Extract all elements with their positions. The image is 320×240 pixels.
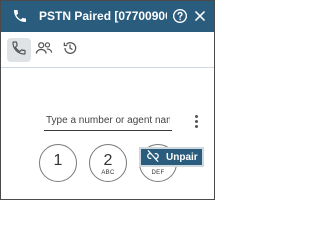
key-digit: 1 — [53, 152, 63, 169]
key-letters: ABC — [101, 170, 115, 176]
phone-icon — [11, 40, 27, 61]
unpair-button[interactable]: Unpair — [139, 147, 204, 167]
phone-icon — [11, 7, 29, 25]
tab-contacts[interactable] — [32, 38, 56, 62]
key-digit: 2 — [103, 152, 113, 169]
history-icon — [62, 40, 78, 61]
unlink-icon — [146, 149, 160, 165]
window-title: PSTN Paired [07700900... — [39, 9, 167, 23]
tab-history[interactable] — [58, 38, 82, 62]
softphone-window: PSTN Paired [07700900... — [0, 0, 215, 200]
dialpad-panel: 1 2 ABC 3 DEF Unpair — [1, 69, 214, 199]
people-icon — [35, 40, 53, 61]
close-icon[interactable] — [191, 7, 209, 25]
key-letters: DEF — [151, 170, 165, 176]
dial-input[interactable] — [44, 111, 172, 131]
tab-dialpad[interactable] — [7, 38, 31, 62]
header-bar: PSTN Paired [07700900... — [1, 1, 214, 32]
help-icon[interactable] — [171, 7, 189, 25]
more-options-icon[interactable] — [189, 111, 203, 131]
key-2[interactable]: 2 ABC — [89, 144, 127, 182]
key-1[interactable]: 1 — [39, 144, 77, 182]
tab-bar — [1, 32, 214, 68]
unpair-label: Unpair — [166, 151, 198, 163]
